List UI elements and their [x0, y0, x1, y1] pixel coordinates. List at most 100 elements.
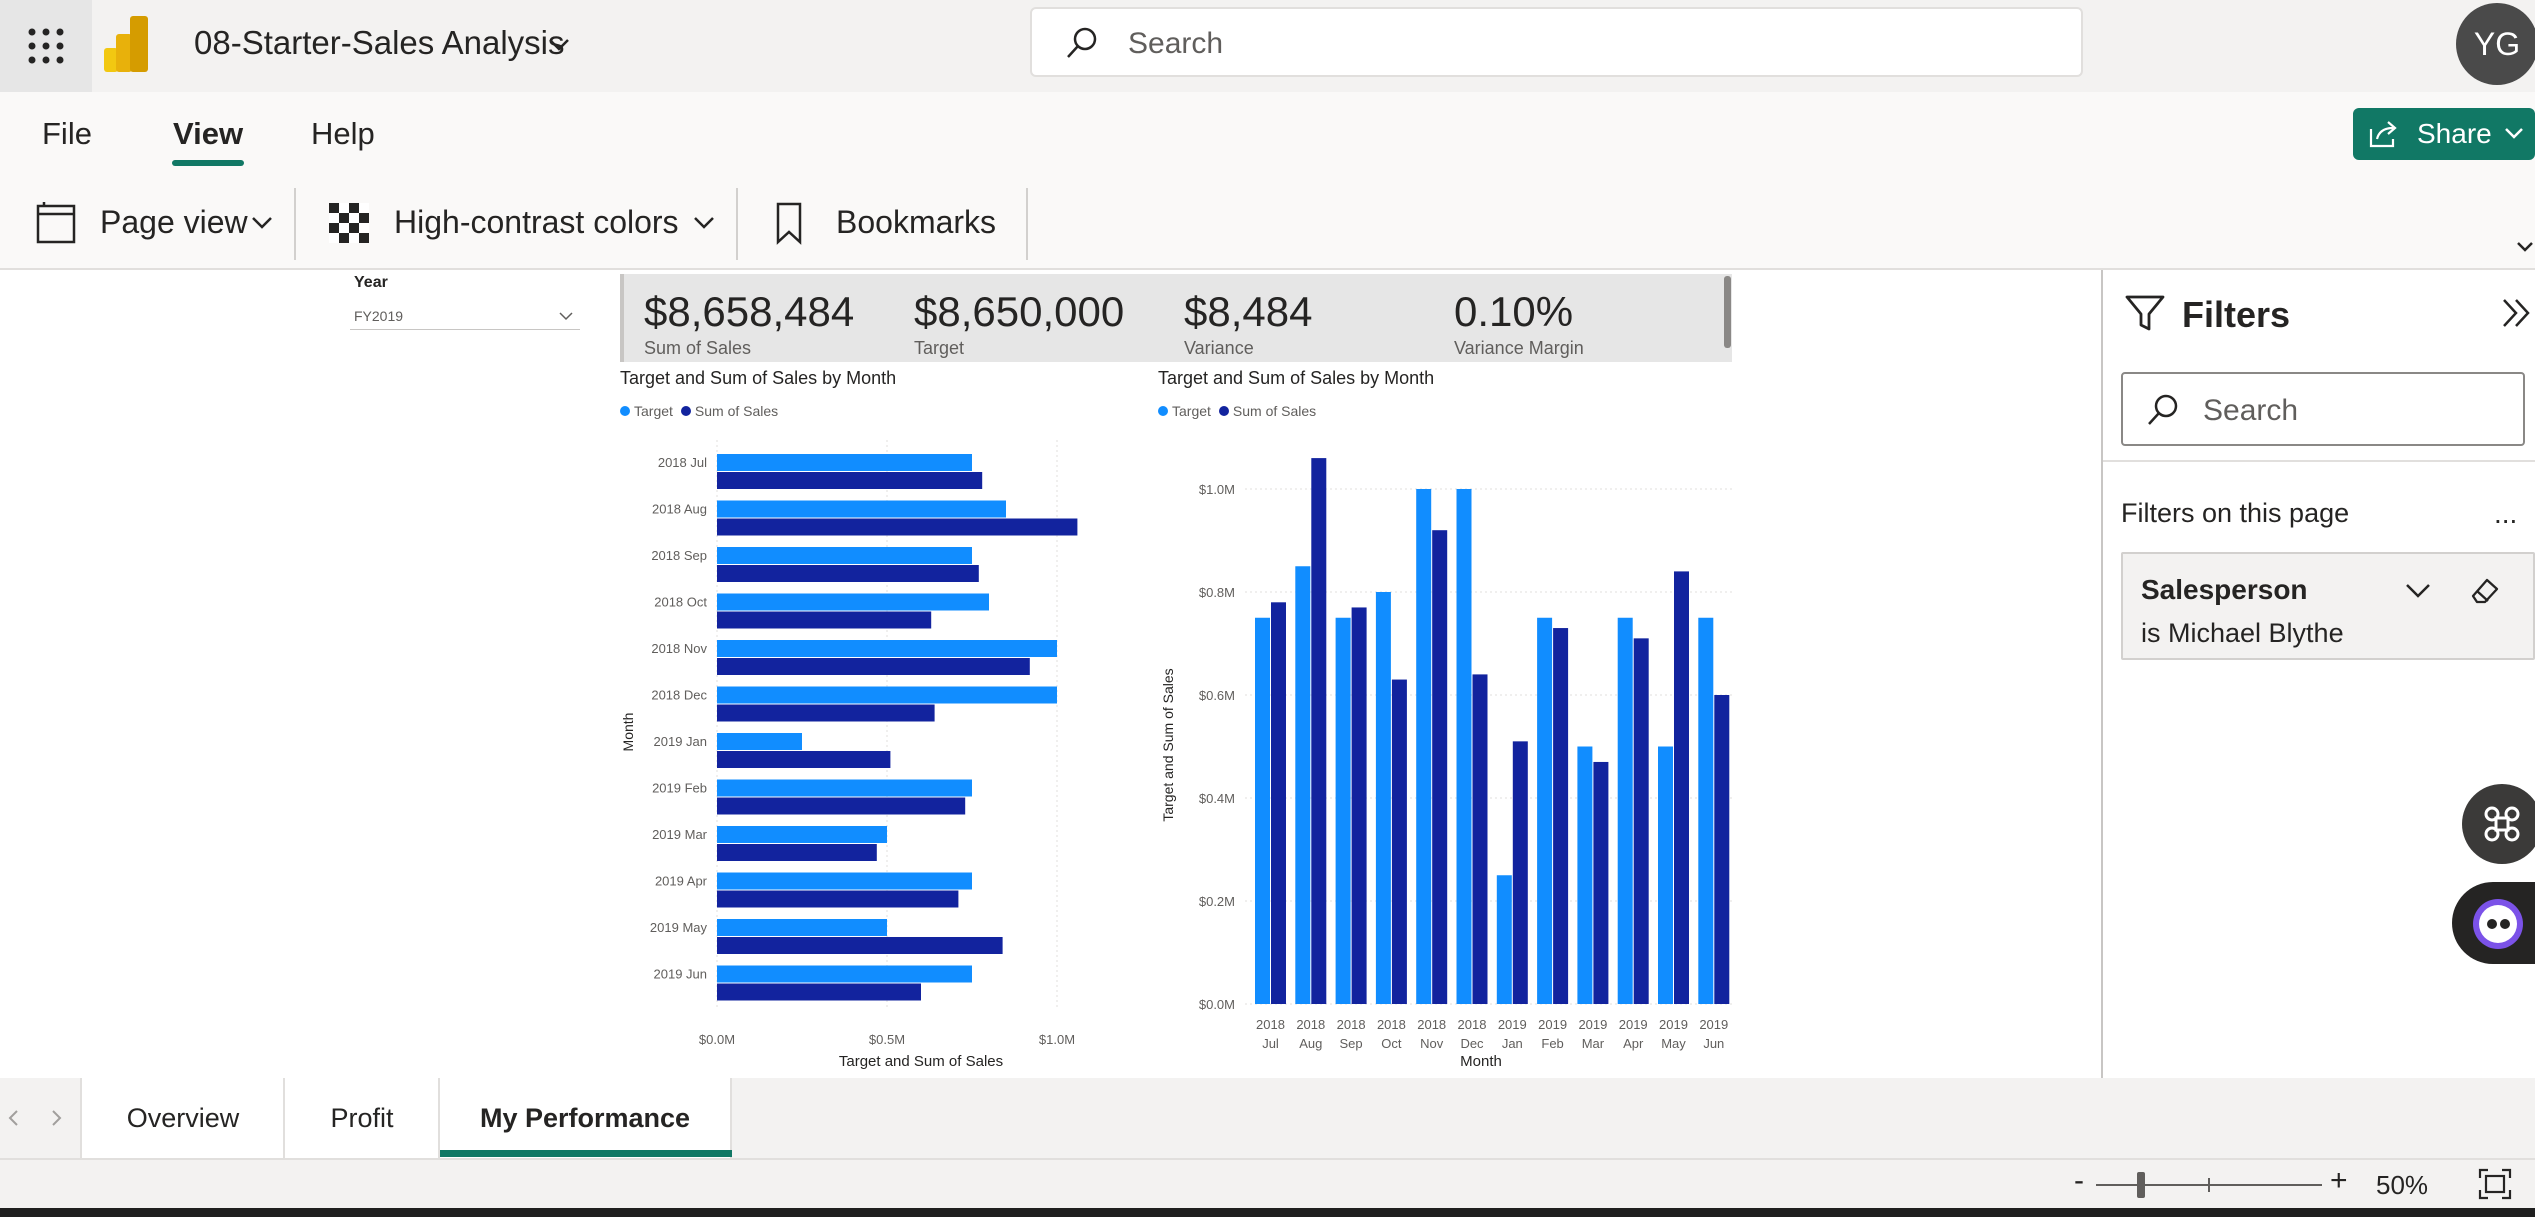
bar-sales[interactable] [717, 890, 959, 908]
bar-target[interactable] [717, 779, 972, 797]
column-sales[interactable] [1351, 607, 1367, 1004]
bar-target[interactable] [717, 919, 887, 936]
page-view-icon[interactable] [34, 200, 78, 246]
column-sales[interactable] [1391, 679, 1407, 1004]
copilot-button[interactable] [2452, 882, 2535, 964]
x-tick-label-year: 2018 [1296, 1017, 1325, 1032]
fit-to-page-icon[interactable] [2478, 1168, 2512, 1200]
column-target[interactable] [1456, 489, 1472, 1004]
bar-sales[interactable] [717, 658, 1030, 675]
chevron-down-icon[interactable] [2516, 240, 2534, 254]
bar-target[interactable] [717, 872, 972, 890]
bar-sales[interactable] [717, 797, 966, 815]
collapse-pane-icon[interactable] [2500, 296, 2534, 330]
page-tab-profit[interactable]: Profit [283, 1078, 439, 1158]
column-sales[interactable] [1674, 571, 1689, 1004]
column-target[interactable] [1335, 617, 1351, 1004]
x-tick-label-year: 2018 [1417, 1017, 1446, 1032]
page-view-button[interactable]: Page view [100, 204, 248, 241]
y-axis-label: Target and Sum of Sales [1160, 668, 1176, 821]
bar-target[interactable] [717, 965, 972, 983]
bar-target[interactable] [717, 733, 802, 750]
column-sales[interactable] [1553, 628, 1569, 1004]
filters-search-input[interactable]: Search [2121, 372, 2525, 446]
kpi-scrollbar[interactable] [1724, 276, 1731, 348]
column-target[interactable] [1255, 617, 1270, 1004]
filter-card-salesperson[interactable]: Salesperson is Michael Blythe [2121, 552, 2535, 660]
bar-sales[interactable] [717, 983, 921, 1001]
column-sales[interactable] [1432, 530, 1448, 1004]
chevron-down-icon [2505, 128, 2523, 139]
legend-sales-label[interactable]: Sum of Sales [695, 403, 778, 419]
column-target[interactable] [1698, 617, 1714, 1004]
legend-sales-label[interactable]: Sum of Sales [1233, 403, 1316, 419]
apps-button[interactable] [2462, 784, 2535, 864]
bar-sales[interactable] [717, 565, 979, 582]
high-contrast-icon[interactable] [328, 202, 370, 244]
bar-sales[interactable] [717, 518, 1078, 536]
page-tab-overview[interactable]: Overview [80, 1078, 284, 1158]
column-target[interactable] [1496, 875, 1512, 1004]
column-target[interactable] [1658, 746, 1673, 1005]
column-target[interactable] [1577, 746, 1593, 1005]
bar-target[interactable] [717, 826, 887, 843]
kpi-target-label: Target [914, 338, 965, 358]
bar-target[interactable] [717, 640, 1057, 657]
chevron-down-icon[interactable] [250, 214, 274, 232]
bar-target[interactable] [717, 454, 972, 471]
chevron-down-icon[interactable] [2403, 580, 2433, 602]
more-options-icon[interactable]: ... [2494, 498, 2517, 530]
chevron-right-icon[interactable] [50, 1108, 64, 1128]
avatar[interactable]: YG [2456, 3, 2535, 85]
year-slicer-dropdown[interactable]: FY2019 [350, 302, 580, 330]
column-sales[interactable] [1593, 761, 1609, 1004]
hbar-chart[interactable]: $0.0M $0.5M $1.0M 2018 Jul 2018 Aug 2018 Sep 2… [612, 430, 1132, 1078]
column-target[interactable] [1416, 489, 1432, 1004]
column-target[interactable] [1375, 592, 1391, 1004]
bar-sales[interactable] [717, 937, 1003, 954]
bar-target[interactable] [717, 500, 1006, 518]
bar-sales[interactable] [717, 704, 935, 722]
bar-sales[interactable] [717, 751, 891, 768]
bookmarks-button[interactable]: Bookmarks [836, 204, 996, 241]
zoom-in-button[interactable]: + [2330, 1164, 2348, 1198]
bar-target[interactable] [717, 686, 1057, 704]
column-sales[interactable] [1714, 695, 1730, 1004]
eraser-icon[interactable] [2467, 574, 2503, 608]
column-sales[interactable] [1311, 458, 1327, 1005]
page-tab-my-performance[interactable]: My Performance [438, 1078, 732, 1158]
column-target[interactable] [1295, 566, 1311, 1004]
column-target[interactable] [1617, 617, 1633, 1004]
bar-sales[interactable] [717, 472, 983, 489]
col-chart[interactable]: $0.0M $0.2M $0.4M $0.6M $0.8M $1.0M 2018 Jul 201… [1150, 430, 1740, 1078]
column-sales[interactable] [1512, 741, 1528, 1004]
column-target[interactable] [1537, 617, 1553, 1004]
menu-help[interactable]: Help [311, 116, 375, 152]
app-launcher-icon[interactable] [0, 0, 92, 92]
legend-target-label[interactable]: Target [1172, 403, 1211, 419]
active-menu-indicator [172, 160, 244, 166]
bar-target[interactable] [717, 547, 972, 564]
report-title[interactable]: 08-Starter-Sales Analysis [194, 24, 565, 62]
high-contrast-button[interactable]: High-contrast colors [394, 204, 679, 241]
bar-target[interactable] [717, 593, 989, 611]
bar-sales[interactable] [717, 844, 877, 861]
zoom-slider-thumb[interactable] [2137, 1172, 2146, 1198]
search-input[interactable]: Search [1030, 7, 2083, 77]
column-sales[interactable] [1271, 602, 1286, 1004]
chevron-down-icon[interactable] [692, 214, 716, 232]
zoom-out-button[interactable]: - [2074, 1164, 2084, 1198]
y-tick-label: 2018 Aug [652, 502, 707, 517]
x-axis-label: Target and Sum of Sales [839, 1053, 1003, 1070]
bookmark-icon[interactable] [774, 202, 804, 246]
share-button[interactable]: Share [2353, 108, 2535, 160]
chevron-left-icon[interactable] [6, 1108, 20, 1128]
column-sales[interactable] [1472, 674, 1488, 1004]
zoom-level[interactable]: 50% [2376, 1170, 2428, 1201]
legend-target-label[interactable]: Target [634, 403, 673, 419]
column-sales[interactable] [1633, 638, 1649, 1004]
bar-sales[interactable] [717, 611, 932, 629]
menu-view[interactable]: View [173, 116, 243, 152]
menu-file[interactable]: File [42, 116, 92, 152]
chevron-down-icon[interactable] [546, 34, 572, 59]
